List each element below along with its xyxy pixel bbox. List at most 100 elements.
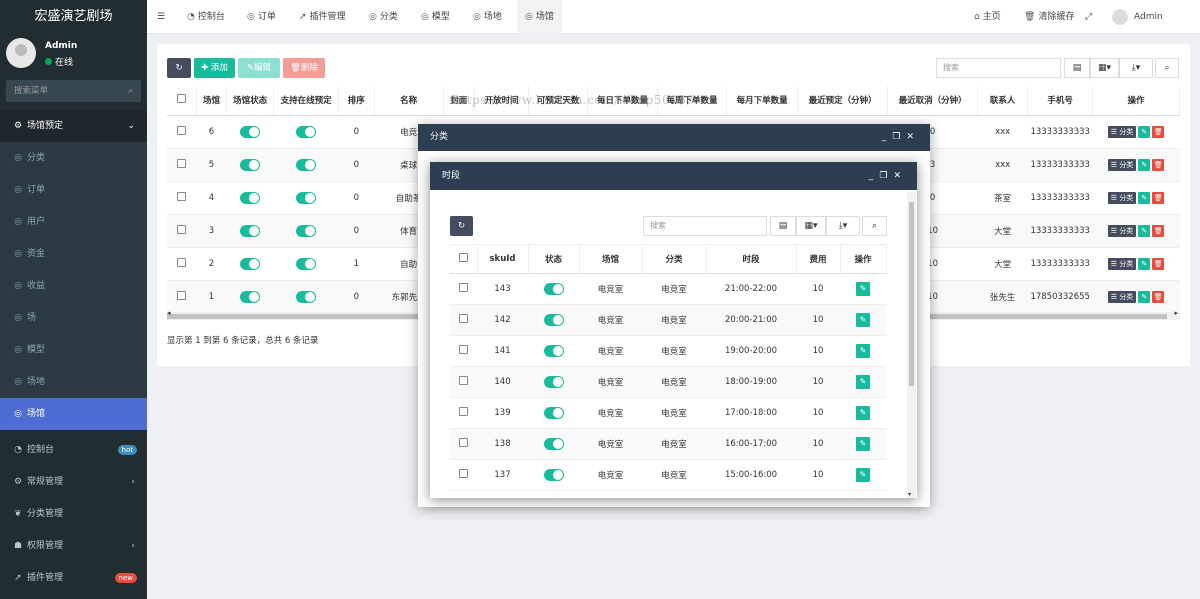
columns-dropdown[interactable]: ▦▾ (796, 216, 826, 236)
add-button[interactable]: ✚ 添加 (194, 58, 235, 78)
maximize-icon[interactable]: ❐ (879, 171, 893, 181)
table-row[interactable]: 141 电竞室 电竞室 19:00-20:00 10 ✎ (450, 335, 886, 367)
sidebar-search-input[interactable]: 搜索菜单 ⌕ (6, 80, 141, 102)
status-toggle[interactable] (528, 304, 579, 336)
refresh-button[interactable]: ↻ (450, 216, 473, 236)
col-header[interactable]: 每月下单数量 (726, 86, 799, 116)
col-header[interactable]: 状态 (528, 244, 580, 274)
tab-category[interactable]: ◎ 分类 (369, 0, 398, 34)
col-header[interactable]: 手机号 (1027, 86, 1094, 116)
scrollbar-thumb[interactable] (909, 202, 914, 386)
delete-icon[interactable]: 🗑 (1152, 158, 1165, 171)
row-checkbox[interactable] (167, 148, 197, 182)
select-all-checkbox[interactable] (450, 244, 478, 274)
row-checkbox[interactable] (167, 181, 197, 215)
clear-cache-button[interactable]: 🗑 清除缓存 (1024, 0, 1074, 34)
maximize-icon[interactable]: ❐ (892, 132, 906, 142)
tab-plugins[interactable]: ➚ 插件管理 (299, 0, 346, 34)
edit-icon[interactable]: ✎ (856, 282, 870, 296)
venue-status-toggle[interactable] (226, 214, 274, 248)
edit-icon[interactable]: ✎ (1138, 191, 1151, 204)
edit-icon[interactable]: ✎ (856, 437, 870, 451)
col-header[interactable]: 名称 (374, 86, 444, 116)
sidebar-item-users[interactable]: ◎ 用户 (0, 206, 147, 238)
status-toggle[interactable] (528, 273, 579, 305)
sidebar-item-permission[interactable]: ☗ 权限管理 ‹ (0, 530, 147, 562)
sidebar-item-field[interactable]: ◎ 场 (0, 302, 147, 334)
col-header[interactable]: 排序 (338, 86, 375, 116)
category-button[interactable]: ☰ 分类 (1107, 257, 1137, 270)
col-header[interactable]: 封面 (443, 86, 475, 116)
vertical-scrollbar[interactable]: ▾ (907, 192, 916, 498)
edit-icon[interactable]: ✎ (856, 344, 870, 358)
user-menu[interactable]: Admin (1112, 0, 1163, 34)
scroll-right-icon[interactable]: ▸ (1174, 309, 1178, 317)
category-button[interactable]: ☰ 分类 (1107, 191, 1137, 204)
row-checkbox[interactable] (450, 273, 477, 305)
close-icon[interactable]: ✕ (893, 171, 907, 181)
edit-icon[interactable]: ✎ (856, 406, 870, 420)
table-row[interactable]: 143 电竞室 电竞室 21:00-22:00 10 ✎ (450, 273, 886, 305)
venue-status-toggle[interactable] (226, 280, 274, 314)
tab-dashboard[interactable]: ◔ 控制台 (187, 0, 225, 34)
scroll-down-icon[interactable]: ▾ (908, 491, 911, 498)
sidebar-item-funds[interactable]: ◎ 资金 (0, 238, 147, 270)
delete-icon[interactable]: 🗑 (1152, 290, 1165, 303)
col-header[interactable]: 每日下单数量 (587, 86, 659, 116)
delete-icon[interactable]: 🗑 (1152, 125, 1165, 138)
table-row[interactable]: 138 电竞室 电竞室 16:00-17:00 10 ✎ (450, 428, 886, 460)
delete-icon[interactable]: 🗑 (1152, 224, 1165, 237)
sidebar-item-category-manage[interactable]: ❦ 分类管理 (0, 498, 147, 530)
venue-status-toggle[interactable] (226, 181, 274, 215)
dialog-header[interactable]: 分类 _❐✕ (418, 124, 930, 151)
online-booking-toggle[interactable] (273, 214, 339, 248)
edit-icon[interactable]: ✎ (1138, 158, 1151, 171)
search-input[interactable]: 搜索 (643, 216, 767, 236)
col-header[interactable]: 可预定天数 (528, 86, 588, 116)
sidebar-item-general[interactable]: ⚙ 常规管理 ‹ (0, 466, 147, 498)
row-checkbox[interactable] (167, 247, 197, 281)
search-button[interactable]: ⌕ (1155, 58, 1179, 78)
venue-status-toggle[interactable] (226, 247, 274, 281)
col-header[interactable]: 支持在线预定 (273, 86, 340, 116)
toggle-view-button[interactable]: ▤ (1064, 58, 1090, 78)
category-button[interactable]: ☰ 分类 (1107, 158, 1137, 171)
row-checkbox[interactable] (450, 366, 477, 398)
search-input[interactable]: 搜索 (936, 58, 1061, 78)
edit-icon[interactable]: ✎ (1138, 257, 1151, 270)
col-header[interactable]: 最近预定（分钟） (797, 86, 889, 116)
category-button[interactable]: ☰ 分类 (1107, 290, 1137, 303)
tab-orders[interactable]: ◎ 订单 (247, 0, 276, 34)
edit-icon[interactable]: ✎ (856, 375, 870, 389)
toggle-view-button[interactable]: ▤ (770, 216, 796, 236)
sidebar-item-plugins[interactable]: ➚ 插件管理 new (0, 562, 147, 594)
sidebar-item-orders[interactable]: ◎ 订单 (0, 174, 147, 206)
sidebar-item-earnings[interactable]: ◎ 收益 (0, 270, 147, 302)
close-icon[interactable]: ✕ (906, 132, 920, 142)
delete-button[interactable]: 🗑删除 (283, 58, 325, 78)
tab-venue[interactable]: ◎ 场馆 (517, 0, 562, 34)
row-checkbox[interactable] (450, 459, 477, 491)
status-toggle[interactable] (528, 335, 579, 367)
col-header[interactable]: 场馆 (196, 86, 228, 116)
col-header[interactable]: 分类 (642, 244, 707, 274)
online-booking-toggle[interactable] (273, 148, 339, 182)
row-checkbox[interactable] (167, 280, 197, 314)
edit-icon[interactable]: ✎ (1138, 224, 1151, 237)
table-row[interactable]: 137 电竞室 电竞室 15:00-16:00 10 ✎ (450, 459, 886, 491)
col-header[interactable]: 联系人 (977, 86, 1029, 116)
row-checkbox[interactable] (167, 115, 197, 149)
sidebar-item-model[interactable]: ◎ 模型 (0, 334, 147, 366)
menu-toggle-icon[interactable]: ☰ (157, 0, 165, 34)
refresh-button[interactable]: ↻ (167, 58, 191, 78)
edit-icon[interactable]: ✎ (856, 468, 870, 482)
sidebar-item-dashboard[interactable]: ◔ 控制台 hot (0, 434, 147, 466)
edit-icon[interactable]: ✎ (1138, 125, 1151, 138)
online-booking-toggle[interactable] (273, 247, 339, 281)
delete-icon[interactable]: 🗑 (1152, 191, 1165, 204)
edit-icon[interactable]: ✎ (1138, 290, 1151, 303)
search-button[interactable]: ⌕ (862, 216, 887, 236)
online-booking-toggle[interactable] (273, 280, 339, 314)
table-row[interactable]: 142 电竞室 电竞室 20:00-21:00 10 ✎ (450, 304, 886, 336)
col-header[interactable]: 每周下单数量 (657, 86, 728, 116)
